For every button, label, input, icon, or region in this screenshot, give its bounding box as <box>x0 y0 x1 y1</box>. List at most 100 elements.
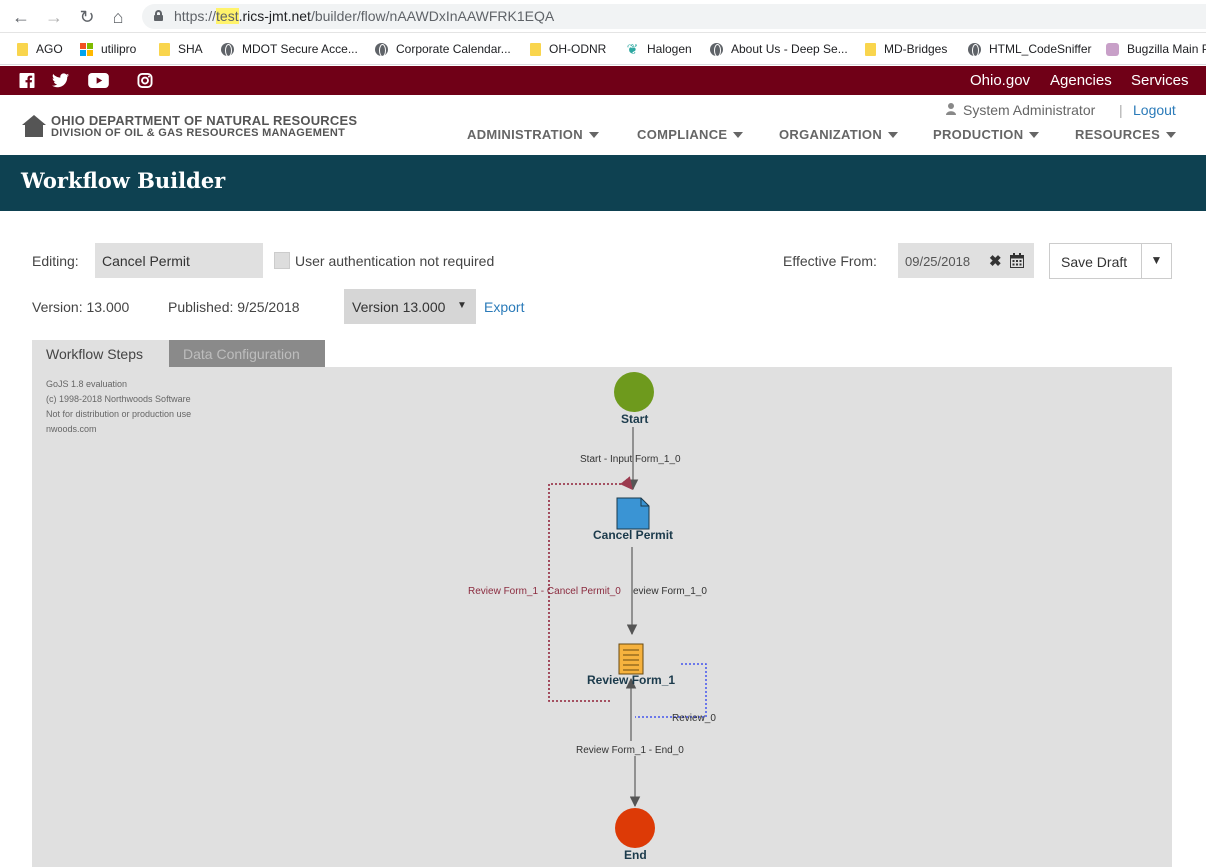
caret-down-icon <box>1166 131 1177 138</box>
bookmark-label: utilipro <box>101 42 137 56</box>
bookmark-ago[interactable]: AGO <box>17 41 63 57</box>
bookmark-label: Bugzilla Main P <box>1127 42 1206 56</box>
caret-down-icon <box>1029 131 1040 138</box>
twitter-icon[interactable] <box>52 73 69 88</box>
export-link[interactable]: Export <box>484 299 524 315</box>
nav-label: COMPLIANCE <box>637 127 728 142</box>
back-arrow-icon[interactable]: ← <box>10 6 32 28</box>
globe-icon <box>968 42 981 57</box>
link-review-self[interactable] <box>635 663 707 718</box>
logout-link[interactable]: Logout <box>1133 102 1176 118</box>
workflow-name-field[interactable]: Cancel Permit <box>95 243 263 278</box>
link-label-review-cancel: Review Form_1 - Cancel Permit_0 <box>468 586 621 597</box>
auth-label: User authentication not required <box>295 253 495 269</box>
bookmark-oh-odnr[interactable]: OH-ODNR <box>530 41 606 57</box>
bookmark-label: Corporate Calendar... <box>396 42 511 56</box>
editing-label: Editing: <box>32 253 79 269</box>
social-topbar: Ohio.gov Agencies Services <box>0 66 1206 95</box>
save-draft-button[interactable]: Save Draft <box>1049 243 1142 279</box>
bookmark-about-us[interactable]: About Us - Deep Se... <box>710 41 848 57</box>
bookmarks-bar: AGO utilipro SHA MDOT Secure Acce... Cor… <box>0 33 1206 65</box>
bookmark-label: MD-Bridges <box>884 42 948 56</box>
nav-compliance[interactable]: COMPLIANCE <box>637 127 744 142</box>
bookmark-halogen[interactable]: ❦ Halogen <box>626 41 692 57</box>
reload-icon[interactable]: ↻ <box>76 6 98 28</box>
url-path: /builder/flow/nAAWDxInAAWFRK1EQA <box>310 8 555 24</box>
review-form-node-label: Review Form_1 <box>587 673 675 687</box>
bookmark-label: AGO <box>36 42 63 56</box>
bookmark-html-codesniffer[interactable]: HTML_CodeSniffer <box>968 41 1092 57</box>
bookmark-label: Halogen <box>647 42 692 56</box>
folder-icon <box>530 42 541 56</box>
nav-resources[interactable]: RESOURCES <box>1075 127 1177 142</box>
services-link[interactable]: Services <box>1131 72 1189 89</box>
bookmark-mdot[interactable]: MDOT Secure Acce... <box>221 41 358 57</box>
facebook-icon[interactable] <box>19 73 35 88</box>
document-node-icon[interactable] <box>616 497 650 530</box>
instagram-icon[interactable] <box>137 73 153 88</box>
home-icon[interactable]: ⌂ <box>107 6 129 28</box>
agency-name[interactable]: OHIO DEPARTMENT OF NATURAL RESOURCES <box>51 113 357 128</box>
folder-icon <box>159 42 170 56</box>
effective-date-value: 09/25/2018 <box>905 254 971 269</box>
bookmark-md-bridges[interactable]: MD-Bridges <box>865 41 947 57</box>
bookmark-label: OH-ODNR <box>549 42 607 56</box>
caret-down-icon: ▼ <box>457 300 467 311</box>
bookmark-label: HTML_CodeSniffer <box>989 42 1092 56</box>
caret-down-icon <box>888 131 899 138</box>
nav-label: PRODUCTION <box>933 127 1024 142</box>
effective-date-field[interactable]: 09/25/2018 ✖ <box>898 243 1034 278</box>
auth-checkbox[interactable] <box>274 252 290 269</box>
save-options-dropdown[interactable]: ▼ <box>1141 243 1172 279</box>
calendar-icon[interactable] <box>1010 253 1024 268</box>
folder-icon <box>865 42 876 56</box>
tab-data-configuration[interactable]: Data Configuration <box>169 340 325 367</box>
effective-from-label: Effective From: <box>783 253 877 269</box>
workflow-canvas[interactable]: GoJS 1.8 evaluation (c) 1998-2018 Northw… <box>32 367 1172 867</box>
cancel-permit-node-label: Cancel Permit <box>593 528 673 542</box>
address-bar[interactable]: https://test.rics-jmt.net/builder/flow/n… <box>142 4 1206 29</box>
forward-arrow-icon[interactable]: → <box>43 6 65 28</box>
bookmark-corporate-calendar[interactable]: Corporate Calendar... <box>375 41 511 57</box>
bookmark-label: MDOT Secure Acce... <box>242 42 358 56</box>
bug-icon <box>1106 42 1119 56</box>
nav-organization[interactable]: ORGANIZATION <box>779 127 899 142</box>
lock-icon <box>154 10 163 21</box>
header-separator: | <box>1119 102 1123 118</box>
start-node[interactable] <box>614 372 654 412</box>
user-icon <box>946 103 956 115</box>
division-name[interactable]: DIVISION OF OIL & GAS RESOURCES MANAGEME… <box>51 127 345 139</box>
workflow-diagram: Start - Input Form_1_0 eview Form_1_0 Re… <box>468 372 716 862</box>
end-node[interactable] <box>615 808 655 848</box>
bookmark-bugzilla[interactable]: Bugzilla Main P <box>1106 41 1206 57</box>
workflow-name-value: Cancel Permit <box>102 253 190 269</box>
site-header: OHIO DEPARTMENT OF NATURAL RESOURCES DIV… <box>0 95 1206 155</box>
ohio-gov-link[interactable]: Ohio.gov <box>970 72 1030 89</box>
page-banner: Workflow Builder <box>0 155 1206 211</box>
bookmark-sha[interactable]: SHA <box>159 41 203 57</box>
globe-icon <box>375 42 388 57</box>
clear-icon[interactable]: ✖ <box>989 252 1002 270</box>
nav-administration[interactable]: ADMINISTRATION <box>467 127 599 142</box>
caret-down-icon <box>733 131 744 138</box>
link-label-start-input: Start - Input Form_1_0 <box>580 454 681 465</box>
published-text: Published: 9/25/2018 <box>168 299 300 315</box>
page-title: Workflow Builder <box>21 168 226 193</box>
url-scheme: https:// <box>174 8 217 24</box>
youtube-icon[interactable] <box>88 73 109 88</box>
start-node-label: Start <box>621 412 648 426</box>
leaf-icon: ❦ <box>626 40 639 57</box>
bookmark-label: About Us - Deep Se... <box>731 42 848 56</box>
version-select[interactable]: Version 13.000 ▼ <box>344 289 476 324</box>
folder-icon <box>17 42 28 56</box>
nav-label: RESOURCES <box>1075 127 1161 142</box>
house-logo-icon[interactable] <box>22 115 46 137</box>
tab-workflow-steps[interactable]: Workflow Steps <box>32 340 169 367</box>
nav-production[interactable]: PRODUCTION <box>933 127 1040 142</box>
save-draft-label: Save Draft <box>1061 254 1128 270</box>
bookmark-utilipro[interactable]: utilipro <box>80 41 136 57</box>
bookmark-label: SHA <box>178 42 203 56</box>
url-text: https://test.rics-jmt.net/builder/flow/n… <box>174 8 554 24</box>
current-user: System Administrator <box>963 102 1096 118</box>
agencies-link[interactable]: Agencies <box>1050 72 1112 89</box>
